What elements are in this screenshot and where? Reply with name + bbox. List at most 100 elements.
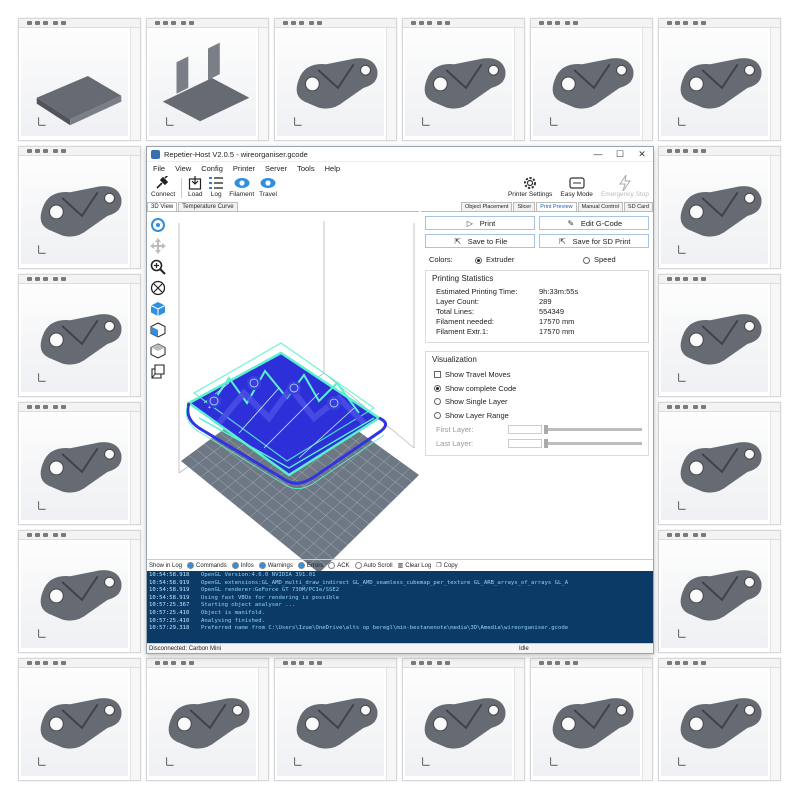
side-view-icon[interactable] [149, 363, 167, 381]
log-line: 10:57:25.410 Object is manifold. [149, 610, 651, 618]
connect-button[interactable]: Connect [151, 176, 175, 198]
load-button[interactable]: Load [187, 176, 203, 198]
menu-tools[interactable]: Tools [297, 164, 315, 173]
tab-print-preview[interactable]: Print Preview [536, 202, 577, 211]
easy-mode-button[interactable]: Easy Mode [560, 176, 593, 198]
show-layer-range-radio[interactable]: Show Layer Range [432, 409, 642, 423]
cad-part-render [678, 58, 762, 126]
tab-3d-view[interactable]: 3D View [147, 202, 178, 211]
front-view-icon[interactable] [149, 321, 167, 339]
cad-part-render [678, 314, 762, 382]
cad-part-render [166, 698, 250, 766]
extruder-radio[interactable]: Extruder [475, 255, 583, 264]
stat-key: Total Lines: [436, 307, 474, 316]
print-button[interactable]: ▷ Print [425, 216, 535, 230]
cad-thumbnail [18, 274, 141, 397]
tab-sd-card[interactable]: SD Card [623, 202, 653, 211]
zoom-icon[interactable] [149, 258, 167, 276]
first-layer-spinner[interactable] [508, 424, 542, 434]
log-message: OpenGL renderer:GeForce GT 730M/PCIe/SSE… [201, 587, 340, 594]
cad-part-render [162, 42, 250, 126]
statistics-row: Filament Extr.1: 17570 mm [432, 327, 642, 337]
log-button[interactable]: Log [208, 176, 224, 198]
easy-mode-label: Easy Mode [560, 191, 593, 198]
tab-temperature-curve[interactable]: Temperature Curve [178, 202, 238, 211]
statistics-row: Total Lines: 554349 [432, 307, 642, 317]
menu-server[interactable]: Server [265, 164, 287, 173]
window-title: Repetier-Host V2.0.5 - wireorganiser.gco… [164, 149, 308, 159]
log-timestamp: 10:57:25.410 [149, 617, 190, 624]
cad-thumbnail [18, 402, 141, 525]
export-icon: ⇱ [454, 236, 462, 246]
tab-slicer[interactable]: Slicer [513, 202, 536, 211]
copy-button[interactable]: ❐ Copy [436, 562, 457, 570]
first-layer-slider[interactable] [544, 424, 642, 434]
last-layer-slider[interactable] [544, 438, 642, 448]
title-bar: Repetier-Host V2.0.5 - wireorganiser.gco… [147, 147, 653, 162]
cad-part-render [38, 442, 122, 510]
cad-part-render [550, 58, 634, 126]
maximize-button[interactable]: ☐ [609, 149, 631, 160]
cad-thumbnail [146, 18, 269, 141]
edit-gcode-label: Edit G-Code [580, 218, 623, 228]
show-travel-checkbox[interactable]: Show Travel Moves [432, 368, 642, 382]
errors-toggle[interactable]: Errors [297, 562, 323, 569]
cad-thumbnail [658, 146, 781, 269]
log-message: Analysing finished. [201, 617, 265, 624]
menu-help[interactable]: Help [325, 164, 340, 173]
tab-manual-control[interactable]: Manual Control [577, 202, 623, 211]
cad-thumbnail [658, 274, 781, 397]
show-complete-radio[interactable]: Show complete Code [432, 382, 642, 396]
edit-gcode-button[interactable]: ✎ Edit G-Code [539, 216, 649, 230]
iso-view-icon[interactable] [149, 300, 167, 318]
warnings-toggle[interactable]: Warnings [258, 562, 293, 569]
log-output[interactable]: 10:54:58.918 OpenGL Version:4.6.0 NVIDIA … [147, 571, 653, 643]
filament-button[interactable]: Filament [229, 176, 254, 198]
menu-view[interactable]: View [175, 164, 191, 173]
fit-view-icon[interactable] [149, 279, 167, 297]
statistics-title: Printing Statistics [432, 274, 494, 283]
print-label: Print [479, 218, 496, 228]
menu-config[interactable]: Config [201, 164, 223, 173]
3d-viewport[interactable] [169, 213, 419, 609]
commands-toggle[interactable]: Commands [187, 562, 227, 569]
close-button[interactable]: ✕ [631, 149, 653, 160]
rotate-icon[interactable] [149, 216, 167, 234]
log-line: 10:54:58.919 OpenGL renderer:GeForce GT 7… [149, 587, 651, 595]
cad-thumbnail [274, 658, 397, 781]
auto-scroll-toggle[interactable]: Auto Scroll [354, 562, 393, 569]
save-for-sd-button[interactable]: ⇱ Save for SD Print [539, 234, 649, 248]
cad-thumbnail [274, 18, 397, 141]
right-tabs: Object Placement Slicer Print Preview Ma… [421, 202, 653, 212]
view-tools [147, 213, 169, 609]
infos-toggle[interactable]: Infos [231, 562, 254, 569]
tab-object-placement[interactable]: Object Placement [461, 202, 513, 211]
load-label: Load [187, 191, 203, 198]
statistics-row: Estimated Printing Time: 9h:33m:55s [432, 287, 642, 297]
move-icon[interactable] [149, 237, 167, 255]
show-single-layer-radio[interactable]: Show Single Layer [432, 395, 642, 409]
top-view-icon[interactable] [149, 342, 167, 360]
save-to-file-button[interactable]: ⇱ Save to File [425, 234, 535, 248]
last-layer-spinner[interactable] [508, 438, 542, 448]
log-message: Using fast VBOs for rendering is possibl… [201, 594, 340, 601]
cad-part-render [38, 570, 122, 638]
menu-file[interactable]: File [153, 164, 165, 173]
clear-log-button[interactable]: ▥ Clear Log [398, 562, 432, 570]
stat-key: Filament needed: [436, 317, 494, 326]
menu-printer[interactable]: Printer [233, 164, 255, 173]
printer-settings-button[interactable]: Printer Settings [508, 176, 552, 198]
filament-label: Filament [229, 191, 255, 198]
ack-toggle[interactable]: ACK [328, 562, 350, 569]
print-preview-panel: Object Placement Slicer Print Preview Ma… [421, 202, 653, 610]
cad-thumbnail [530, 658, 653, 781]
toolbar-separator [181, 178, 183, 198]
last-layer-label: Last Layer: [436, 438, 474, 448]
log-label: Log [210, 191, 222, 198]
cad-thumbnail [658, 530, 781, 653]
cad-part-render [678, 186, 762, 254]
travel-button[interactable]: Travel [259, 176, 277, 198]
emergency-stop-button[interactable]: Emergency Stop [601, 175, 649, 198]
minimize-button[interactable]: — [587, 149, 609, 159]
speed-radio[interactable]: Speed [583, 255, 616, 264]
